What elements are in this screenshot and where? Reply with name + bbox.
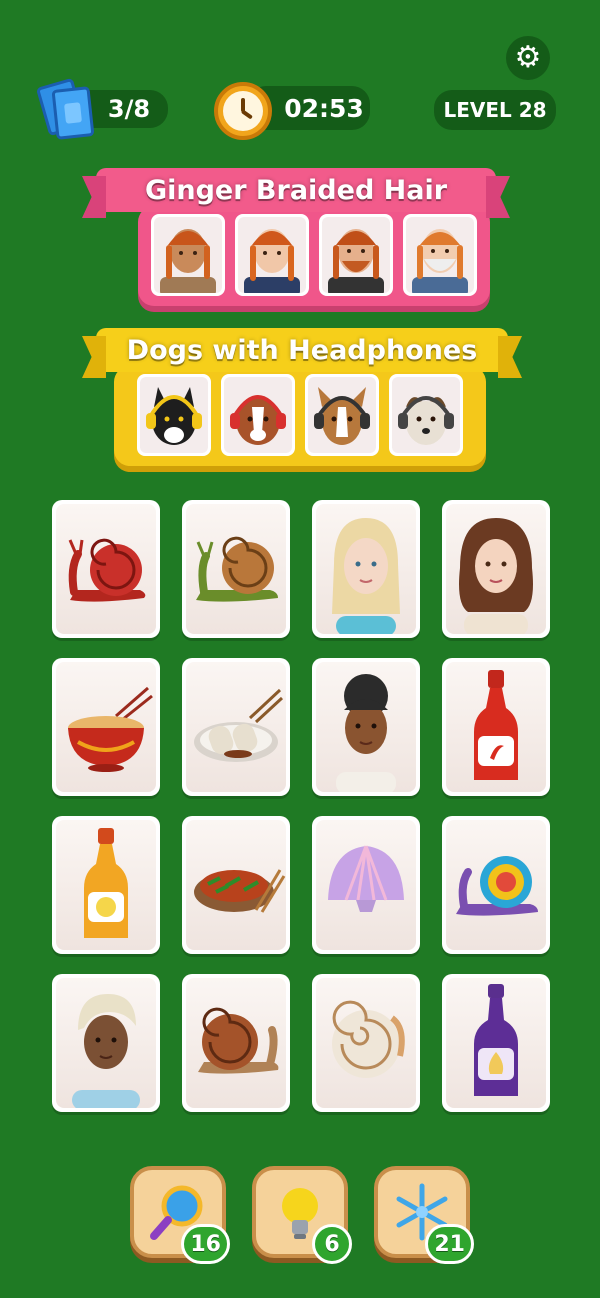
group-slot xyxy=(221,374,295,456)
tile-spring-rolls[interactable] xyxy=(182,658,290,796)
timer-value: 02:53 xyxy=(284,93,364,123)
booster-count-badge: 16 xyxy=(181,1224,230,1264)
tile-spiral-shell[interactable] xyxy=(312,974,420,1112)
group-slot xyxy=(403,214,477,296)
tile-brown-snail[interactable] xyxy=(182,974,290,1112)
group-title: Dogs with Headphones xyxy=(126,334,478,366)
tile-curly-woman[interactable] xyxy=(312,658,420,796)
magnifier-booster-button[interactable]: 16 xyxy=(130,1166,230,1264)
tile-lemon-sauce-bottle[interactable] xyxy=(52,816,160,954)
tile-grey-haired-woman[interactable] xyxy=(52,974,160,1112)
group-slot xyxy=(151,214,225,296)
booster-count-badge: 21 xyxy=(425,1224,474,1264)
group-panel-dogs-with-headphones xyxy=(114,366,486,466)
tile-blonde-woman[interactable] xyxy=(312,500,420,638)
tile-rainbow-snail[interactable] xyxy=(442,816,550,954)
group-title-ribbon: Dogs with Headphones xyxy=(96,328,508,372)
tile-red-snail[interactable] xyxy=(52,500,160,638)
group-slot xyxy=(305,374,379,456)
tile-noodle-bowl[interactable] xyxy=(52,658,160,796)
hint-booster-button[interactable]: 6 xyxy=(252,1166,352,1264)
group-title: Ginger Braided Hair xyxy=(144,174,448,206)
level-badge: LEVEL 28 xyxy=(434,90,556,130)
booster-count-badge: 6 xyxy=(312,1224,352,1264)
group-slot xyxy=(389,374,463,456)
tile-green-snail[interactable] xyxy=(182,500,290,638)
freeze-booster-button[interactable]: 21 xyxy=(374,1166,474,1264)
gear-icon: ⚙ xyxy=(514,40,542,75)
tile-pearl-shell[interactable] xyxy=(312,816,420,954)
group-slot xyxy=(235,214,309,296)
group-slot xyxy=(137,374,211,456)
tile-brunette-woman[interactable] xyxy=(442,500,550,638)
cards-icon xyxy=(35,77,102,140)
group-title-ribbon: Ginger Braided Hair xyxy=(96,168,496,212)
level-label: LEVEL 28 xyxy=(443,98,547,122)
settings-button[interactable]: ⚙ xyxy=(506,36,550,80)
tile-hot-sauce-bottle[interactable] xyxy=(442,658,550,796)
group-panel-ginger-braided-hair xyxy=(138,206,490,306)
group-slot xyxy=(319,214,393,296)
tile-garlic-sauce-bottle[interactable] xyxy=(442,974,550,1112)
tile-stir-fry-plate[interactable] xyxy=(182,816,290,954)
stopwatch-icon xyxy=(214,82,272,140)
cards-count: 3/8 xyxy=(107,95,151,123)
